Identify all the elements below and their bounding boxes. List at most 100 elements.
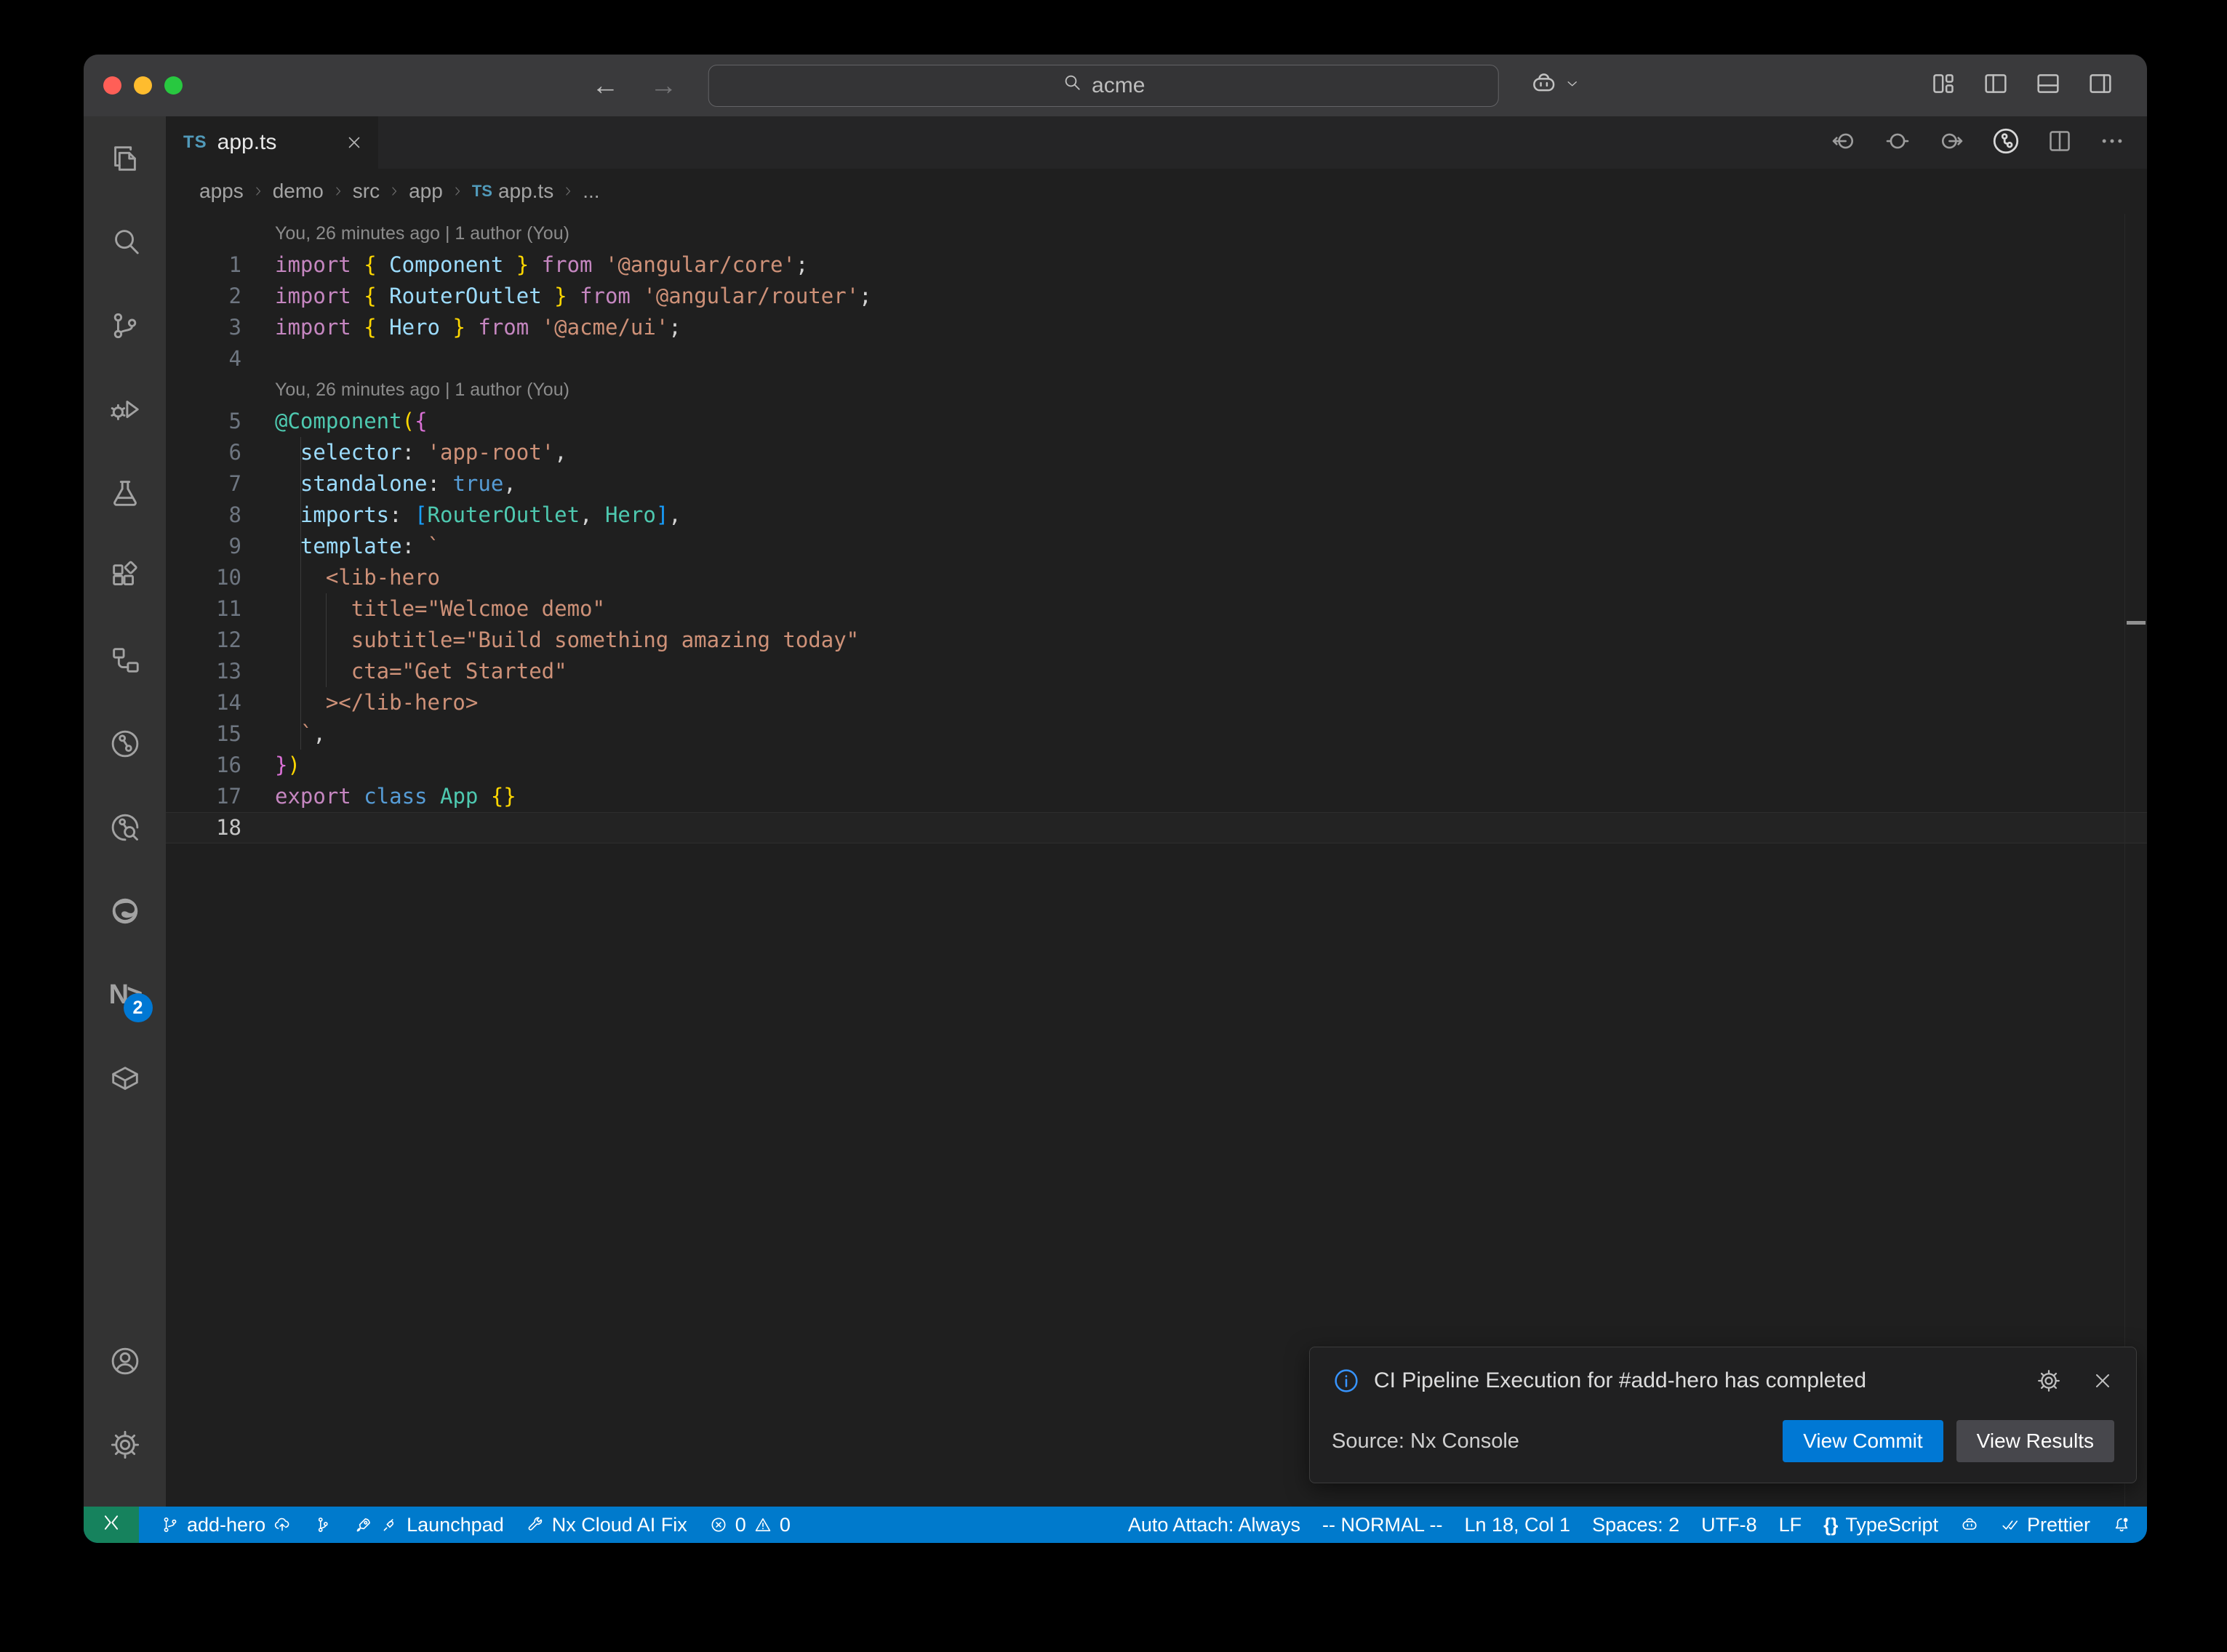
activity-bar-item-extensions[interactable] [99, 550, 151, 603]
close-tab-icon[interactable] [345, 133, 364, 152]
status-bar-item-indentation[interactable]: Spaces: 2 [1592, 1514, 1679, 1536]
line-number: 18 [166, 812, 241, 843]
activity-bar-item-gitlens-search[interactable] [99, 801, 151, 854]
status-bar-item-launchpad[interactable]: Launchpad [354, 1514, 504, 1536]
code-line-4[interactable]: 4 [166, 343, 2147, 374]
status-bar-item-notifications[interactable] [2112, 1515, 2131, 1534]
code-line-11[interactable]: 11 title="Welcmoe demo" [166, 593, 2147, 625]
status-bar-item-nx-cloud-ai-fix[interactable]: Nx Cloud AI Fix [526, 1514, 687, 1536]
code-line-1[interactable]: 1import { Component } from '@angular/cor… [166, 249, 2147, 281]
search-input[interactable]: acme [1092, 73, 1145, 98]
next-change-icon [1936, 126, 1967, 156]
code-line-10[interactable]: 10 <lib-hero [166, 562, 2147, 593]
activity-bar-item-search[interactable] [99, 216, 151, 268]
status-bar-item-cursor-position[interactable]: Ln 18, Col 1 [1464, 1514, 1570, 1536]
status-bar-item-git-graph[interactable] [313, 1515, 332, 1534]
title-bar-center: ← → acme [591, 55, 1580, 116]
breadcrumb: appsdemosrcappTSapp.ts... [166, 169, 2147, 214]
customize-layout-icon[interactable] [1929, 69, 1958, 102]
copilot-menu[interactable] [1529, 69, 1580, 102]
activity-bar-item-nx[interactable]: N>2 [99, 969, 151, 1021]
status-bar-item-prettier[interactable]: Prettier [2001, 1514, 2090, 1536]
toggle-secondary-sidebar-icon[interactable] [2086, 69, 2115, 102]
code-line-12[interactable]: 12 subtitle="Build something amazing tod… [166, 625, 2147, 656]
code-editor[interactable]: You, 26 minutes ago | 1 author (You)1imp… [166, 214, 2147, 1507]
activity-bar-item-references[interactable] [99, 634, 151, 686]
chevron-down-icon [1564, 76, 1580, 95]
code-line-15[interactable]: 15 `, [166, 718, 2147, 750]
code-line-17[interactable]: 17export class App {} [166, 781, 2147, 812]
blame-annotation-row[interactable]: You, 26 minutes ago | 1 author (You) [166, 218, 2147, 249]
status-bar-item-branch[interactable]: add-hero [161, 1514, 292, 1536]
activity-bar-item-account[interactable] [99, 1335, 151, 1387]
code-line-14[interactable]: 14 ></lib-hero> [166, 687, 2147, 718]
breadcrumb-item-src[interactable]: src [353, 180, 380, 203]
toggle-primary-sidebar-icon[interactable] [1981, 69, 2010, 102]
tab-app-ts[interactable]: TS app.ts [166, 116, 378, 169]
activity-bar-item-files[interactable] [99, 132, 151, 185]
activity-bar-item-gitlens[interactable] [99, 718, 151, 770]
open-changes-icon[interactable] [1882, 126, 1913, 160]
code-line-13[interactable]: 13 cta="Get Started" [166, 656, 2147, 687]
code-line-18[interactable]: 18 [166, 812, 2147, 843]
code-line-7[interactable]: 7 standalone: true, [166, 468, 2147, 500]
split-editor-icon[interactable] [2045, 127, 2074, 159]
activity-bar-item-debug[interactable] [99, 383, 151, 436]
blame-annotation-row[interactable]: You, 26 minutes ago | 1 author (You) [166, 374, 2147, 406]
code-line-5[interactable]: 5@Component({ [166, 406, 2147, 437]
notification-close-icon[interactable] [2091, 1369, 2114, 1392]
line-number: 7 [166, 468, 241, 500]
line-number [166, 218, 241, 249]
source-control-icon [108, 309, 142, 342]
status-bar-item-eol[interactable]: LF [1779, 1514, 1802, 1536]
rocket-icon [354, 1515, 373, 1534]
code-text: import { Hero } from '@acme/ui'; [275, 312, 681, 343]
navigate-back-icon[interactable]: ← [591, 72, 619, 100]
status-bar-item-problems[interactable]: 00 [709, 1514, 791, 1536]
code-line-9[interactable]: 9 template: ` [166, 531, 2147, 562]
chevron-right-icon [251, 184, 265, 199]
code-line-16[interactable]: 16}) [166, 750, 2147, 781]
view-commit-button[interactable]: View Commit [1783, 1420, 1943, 1462]
view-results-button[interactable]: View Results [1956, 1420, 2114, 1462]
toggle-panel-icon[interactable] [2034, 69, 2063, 102]
code-line-3[interactable]: 3import { Hero } from '@acme/ui'; [166, 312, 2147, 343]
breadcrumb-item-app[interactable]: app [409, 180, 443, 203]
command-center-search[interactable]: acme [708, 65, 1498, 107]
code-line-8[interactable]: 8 imports: [RouterOutlet, Hero], [166, 500, 2147, 531]
remote-indicator[interactable] [84, 1507, 139, 1543]
status-bar-item-vim-mode[interactable]: -- NORMAL -- [1322, 1514, 1442, 1536]
close-window-button[interactable] [103, 76, 121, 95]
next-change-icon[interactable] [1936, 126, 1967, 160]
copilot-icon [1529, 69, 1558, 102]
activity-bar-item-gear[interactable] [99, 1419, 151, 1471]
activity-bar-item-source-control[interactable] [99, 300, 151, 352]
breadcrumb-tail[interactable]: ... [583, 180, 599, 203]
code-line-2[interactable]: 2import { RouterOutlet } from '@angular/… [166, 281, 2147, 312]
error-icon [709, 1515, 728, 1534]
navigate-forward-icon[interactable]: → [649, 72, 677, 100]
commit-graph-icon[interactable] [1990, 125, 2022, 161]
previous-change-icon[interactable] [1828, 126, 1859, 160]
breadcrumb-item-file[interactable]: app.ts [498, 180, 553, 203]
gear-icon [108, 1428, 142, 1461]
activity-bar-bottom [99, 1335, 151, 1507]
breadcrumb-item-demo[interactable]: demo [273, 180, 324, 203]
code-text: cta="Get Started" [275, 656, 567, 687]
minimize-window-button[interactable] [134, 76, 152, 95]
status-bar-item-encoding[interactable]: UTF-8 [1701, 1514, 1757, 1536]
breadcrumb-item-apps[interactable]: apps [199, 180, 244, 203]
activity-bar-item-container[interactable] [99, 1052, 151, 1104]
zoom-window-button[interactable] [164, 76, 183, 95]
line-number: 8 [166, 500, 241, 531]
more-actions-icon[interactable] [2098, 127, 2127, 159]
overview-ruler[interactable] [2124, 214, 2147, 1507]
activity-bar-item-edge[interactable] [99, 885, 151, 937]
status-bar-item-language[interactable]: {}TypeScript [1823, 1514, 1938, 1536]
code-line-6[interactable]: 6 selector: 'app-root', [166, 437, 2147, 468]
status-bar-item-auto-attach[interactable]: Auto Attach: Always [1128, 1514, 1300, 1536]
status-bar-item-copilot[interactable] [1960, 1515, 1979, 1534]
notification-settings-icon[interactable] [2036, 1368, 2062, 1394]
status-text: Spaces: 2 [1592, 1514, 1679, 1536]
activity-bar-item-beaker[interactable] [99, 467, 151, 519]
